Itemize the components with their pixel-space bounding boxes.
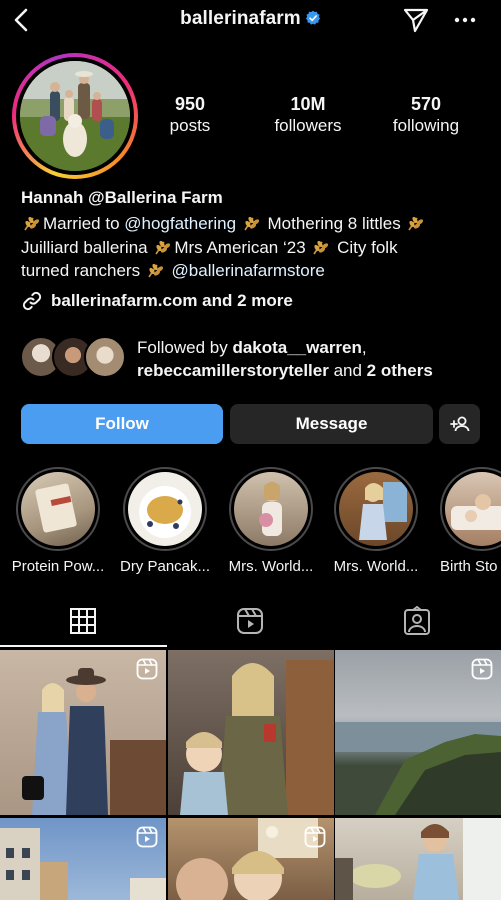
mutual-follower-2: rebeccamillerstoryteller [137,361,329,380]
post-tile[interactable] [0,650,166,815]
reel-badge-icon [136,826,158,848]
tagged-icon[interactable] [403,604,431,638]
more-options-icon[interactable] [450,8,480,32]
reel-badge-icon [304,826,326,848]
posts-label: posts [169,116,211,135]
highlight-cover [128,472,202,546]
wheat-emoji-icon [244,216,259,231]
mutual-follower-1: dakota__warren [232,338,362,357]
highlight-cover [339,472,413,546]
post-tile[interactable] [168,818,334,900]
wheat-emoji-icon [155,240,171,254]
reels-icon[interactable] [236,604,264,638]
highlight-cover-image [139,486,191,538]
wheat-emoji-icon [408,216,424,231]
following-count: 570 [410,94,442,114]
message-button[interactable]: Message [230,404,433,444]
followed-by-comma: , [361,338,367,357]
followed-by-prefix: Followed by [137,338,233,357]
highlight-cover [21,472,95,546]
username-text: ballerinafarm [180,8,301,29]
send-message-icon[interactable] [402,6,430,34]
highlight-label: Protein Pow... [11,558,105,575]
post-image [335,818,501,900]
bio-link[interactable]: ballerinafarm.com and 2 more [21,290,293,312]
highlight-cover-image [259,482,282,536]
followed-by-text[interactable]: Followed by dakota__warren, rebeccamille… [137,336,497,382]
bio-text: Married to @hogfathering Mothering 8 lit… [21,212,491,283]
bio-line2-c: City folk [332,237,398,257]
mutual-followers-avatars[interactable] [20,336,130,380]
highlight-cover-image [35,483,77,533]
suggested-accounts-button[interactable] [439,404,480,444]
highlight-cover-image [359,482,407,540]
post-tile[interactable] [0,818,166,900]
bio-line3-a: turned ranchers [21,261,145,280]
highlight-label: Birth Sto [440,558,498,575]
following-label: following [392,116,460,135]
post-tile[interactable] [168,650,334,815]
wheat-emoji-icon [148,263,163,278]
reel-badge-icon [471,658,493,680]
posts-stat[interactable]: 950 posts [135,93,245,137]
followers-label: followers [274,116,342,135]
avatar-family-photo [20,61,130,171]
mention-ballerinafarmstore[interactable]: @ballerinafarmstore [172,261,325,280]
post-tile[interactable] [335,818,501,900]
following-stat[interactable]: 570 following [371,93,481,137]
highlight-cover [234,472,308,546]
wheat-emoji-icon [24,216,40,231]
add-person-icon [449,416,469,432]
display-name: Hannah @Ballerina Farm [21,188,223,207]
followers-stat[interactable]: 10M followers [253,93,363,137]
posts-count: 950 [174,94,206,114]
bio-line1-b: Mothering 8 littles [262,214,406,233]
link-icon [22,291,42,311]
reel-badge-icon [136,658,158,680]
bio-line2-b: Mrs American ‘23 [174,237,311,257]
follow-button[interactable]: Follow [21,404,223,444]
followers-count: 10M [290,94,326,114]
bio-line2-a: Juilliard ballerina [21,237,153,257]
bio-line1-a: Married to [43,214,125,233]
post-tile[interactable] [335,650,501,815]
followed-by-mid: and [328,361,367,380]
grid-icon[interactable] [69,604,97,638]
profile-avatar[interactable] [20,61,130,171]
avatar [84,336,126,378]
highlight-label: Mrs. World... [333,558,419,575]
wheat-emoji-icon [313,240,329,254]
verified-badge-icon [305,10,320,25]
mention-hogfathering[interactable]: @hogfathering [124,214,236,233]
bio-link-text: ballerinafarm.com and 2 more [51,291,293,310]
mutual-followers-others: 2 others [366,361,433,380]
post-image [180,660,334,815]
active-tab-indicator [0,645,167,647]
